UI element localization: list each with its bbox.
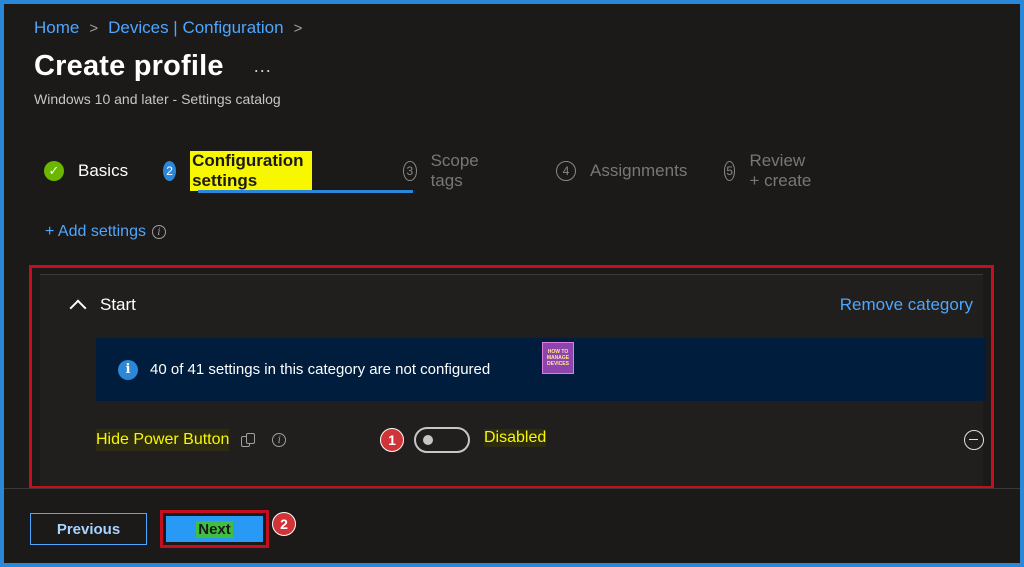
info-banner: i 40 of 41 settings in this category are…	[96, 338, 986, 401]
title-row: Create profile ...	[34, 50, 272, 83]
checkmark-icon: ✓	[44, 161, 64, 181]
remove-setting-icon[interactable]	[964, 430, 984, 450]
next-button-highlight: Next	[160, 510, 269, 548]
logo-line: DEVICES	[547, 361, 569, 367]
previous-button[interactable]: Previous	[30, 513, 147, 545]
tab-label: Scope tags	[430, 151, 479, 190]
hide-power-button-toggle[interactable]	[414, 427, 470, 453]
info-icon[interactable]: i	[151, 225, 166, 239]
tab-label: Configuration settings	[190, 151, 313, 191]
watermark-logo: HOW TO MANAGE DEVICES	[542, 342, 574, 374]
category-panel: Start Remove category i 40 of 41 setting…	[40, 274, 986, 486]
more-options-icon[interactable]: ...	[254, 56, 272, 77]
active-tab-underline	[198, 190, 413, 193]
step-number-icon: 3	[403, 161, 417, 181]
tab-review-create[interactable]: 5 Review + create	[724, 151, 814, 190]
breadcrumb-devices-configuration[interactable]: Devices | Configuration	[108, 18, 283, 38]
page-title: Create profile	[34, 50, 224, 82]
tab-assignments[interactable]: 4 Assignments	[556, 156, 687, 186]
next-button[interactable]: Next	[166, 516, 263, 542]
tab-configuration-settings[interactable]: 2 Configuration settings	[163, 151, 313, 191]
footer-divider	[4, 488, 1020, 489]
setting-name: Hide Power Button	[96, 429, 230, 451]
tab-scope-tags[interactable]: 3 Scope tags	[403, 151, 485, 190]
add-settings-label: + Add settings	[45, 223, 146, 240]
annotation-badge-2: 2	[272, 512, 296, 536]
page-subtitle: Windows 10 and later - Settings catalog	[34, 91, 281, 107]
copy-icon[interactable]	[241, 432, 256, 448]
toggle-state-label: Disabled	[484, 429, 547, 447]
breadcrumb: Home > Devices | Configuration >	[34, 18, 312, 38]
category-toggle[interactable]: Start	[69, 295, 136, 317]
next-button-label: Next	[196, 520, 233, 538]
category-name: Start	[100, 295, 136, 314]
breadcrumb-separator: >	[89, 19, 99, 37]
setting-row-hide-power-button: Hide Power Button i 1 Disabled	[96, 425, 986, 455]
banner-text: 40 of 41 settings in this category are n…	[150, 361, 491, 378]
tab-label: Review + create	[749, 151, 812, 190]
step-number-icon: 4	[556, 161, 576, 181]
toggle-knob	[423, 435, 433, 445]
tab-label: Assignments	[590, 161, 688, 180]
annotation-badge-1: 1	[380, 428, 404, 452]
step-number-icon: 5	[724, 161, 736, 181]
tab-basics[interactable]: ✓ Basics	[44, 156, 128, 186]
create-profile-screen: Home > Devices | Configuration > Create …	[4, 4, 1020, 563]
add-settings-link[interactable]: + Add settings i	[45, 223, 166, 241]
category-highlight-box: Start Remove category i 40 of 41 setting…	[29, 265, 994, 489]
tab-label: Basics	[78, 161, 129, 180]
breadcrumb-separator: >	[293, 19, 303, 37]
info-icon: i	[118, 359, 138, 380]
info-icon[interactable]: i	[272, 433, 287, 447]
step-number-icon: 2	[163, 161, 177, 181]
chevron-up-icon	[69, 299, 87, 317]
remove-category-link[interactable]: Remove category	[840, 295, 973, 315]
breadcrumb-home[interactable]: Home	[34, 18, 79, 38]
